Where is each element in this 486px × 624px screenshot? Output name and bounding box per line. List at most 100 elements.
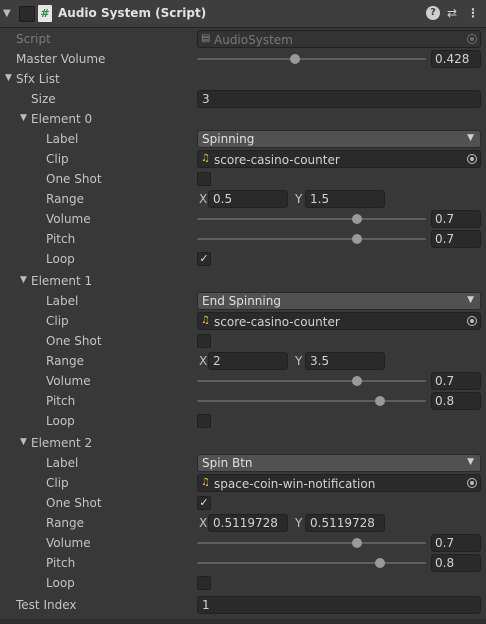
pitch-slider-track[interactable] [197,562,426,564]
presets-icon[interactable]: ⇄ [445,6,459,20]
pitch-slider-track[interactable] [197,400,426,402]
volume-slider-thumb[interactable] [352,376,362,386]
audio-clip-icon: ♫ [201,477,210,488]
volume-slider-thumb[interactable] [352,538,362,548]
range-y-field[interactable]: 1.5 [305,190,385,208]
loop-checkbox[interactable]: ✓ [197,252,211,266]
one-shot-label: One Shot [46,496,102,510]
help-icon[interactable]: ? [426,6,440,20]
component-enabled-checkbox[interactable] [19,6,35,22]
range-x-field[interactable]: 0.5 [208,190,288,208]
label-field-label: Label [46,456,79,470]
component-header[interactable]: ▼ # Audio System (Script) ? ⇄ ⋮ [0,0,486,28]
element-0-pitch-row: Pitch 0.7 [0,229,486,249]
element-2-label-row: Label Spin Btn ▼ [0,453,486,473]
element-title[interactable]: Element 0 [31,112,92,126]
volume-slider-track[interactable] [197,218,426,220]
pitch-label: Pitch [46,556,76,570]
sfx-list-foldout-icon[interactable]: ▼ [5,73,12,83]
element-0-header[interactable]: ▼ Element 0 [0,109,486,129]
pitch-value-field[interactable]: 0.7 [431,230,481,248]
element-2-volume-row: Volume 0.7 [0,533,486,553]
pitch-slider-track[interactable] [197,238,426,240]
dropdown-caret-icon: ▼ [467,457,474,467]
element-foldout-icon[interactable]: ▼ [20,113,27,123]
element-title[interactable]: Element 1 [31,274,92,288]
volume-value-field[interactable]: 0.7 [431,372,481,390]
script-label: Script [16,32,51,46]
loop-checkbox[interactable] [197,576,211,590]
foldout-arrow-icon[interactable]: ▼ [3,8,11,19]
range-y-field[interactable]: 0.5119728 [305,514,385,532]
context-menu-icon[interactable]: ⋮ [466,6,480,20]
pitch-value-field[interactable]: 0.8 [431,554,481,572]
sfx-list-row[interactable]: ▼ Sfx List [0,69,486,89]
one-shot-checkbox[interactable] [197,172,211,186]
range-label: Range [46,516,85,530]
sfx-list-label[interactable]: Sfx List [16,72,60,86]
element-1-label-row: Label End Spinning ▼ [0,291,486,311]
master-volume-row: Master Volume 0.428 [0,49,486,69]
dropdown-caret-icon: ▼ [467,295,474,305]
element-1-clip-row: Clip ♫ score-casino-counter [0,311,486,331]
element-0-clip-row: Clip ♫ score-casino-counter [0,149,486,169]
master-volume-slider-thumb[interactable] [290,54,300,64]
volume-slider-thumb[interactable] [352,214,362,224]
pitch-slider-thumb[interactable] [375,396,385,406]
label-dropdown[interactable]: End Spinning ▼ [197,292,481,310]
element-1-header[interactable]: ▼ Element 1 [0,271,486,291]
element-foldout-icon[interactable]: ▼ [20,437,27,447]
element-1-pitch-row: Pitch 0.8 [0,391,486,411]
clip-object-field[interactable]: ♫ score-casino-counter [197,312,481,330]
loop-label: Loop [46,414,75,428]
label-dropdown[interactable]: Spin Btn ▼ [197,454,481,472]
range-x-field[interactable]: 2 [208,352,288,370]
element-1-loop-row: Loop [0,411,486,431]
sfx-size-row: Size 3 [0,89,486,109]
pitch-slider-thumb[interactable] [375,558,385,568]
clip-value: score-casino-counter [214,315,340,329]
loop-checkbox[interactable] [197,414,211,428]
master-volume-value-field[interactable]: 0.428 [431,50,481,68]
volume-label: Volume [46,212,91,226]
volume-value-field[interactable]: 0.7 [431,210,481,228]
inspector-bottom-edge [0,619,486,624]
test-index-field[interactable]: 1 [197,596,481,614]
clip-object-field[interactable]: ♫ score-casino-counter [197,150,481,168]
object-picker-icon [467,34,477,44]
element-title[interactable]: Element 2 [31,436,92,450]
volume-slider-track[interactable] [197,380,426,382]
object-picker-icon[interactable] [467,154,477,164]
object-picker-icon[interactable] [467,478,477,488]
one-shot-checkbox[interactable] [197,334,211,348]
label-dropdown[interactable]: Spinning ▼ [197,130,481,148]
element-foldout-icon[interactable]: ▼ [20,275,27,285]
element-0-oneshot-row: One Shot [0,169,486,189]
pitch-value-field[interactable]: 0.8 [431,392,481,410]
test-index-label: Test Index [16,598,77,612]
loop-label: Loop [46,576,75,590]
object-picker-icon[interactable] [467,316,477,326]
volume-label: Volume [46,536,91,550]
sfx-size-field[interactable]: 3 [197,90,481,108]
volume-value-field[interactable]: 0.7 [431,534,481,552]
range-y-field[interactable]: 3.5 [305,352,385,370]
element-2-header[interactable]: ▼ Element 2 [0,433,486,453]
label-dropdown-value: Spin Btn [202,456,253,470]
one-shot-checkbox[interactable]: ✓ [197,496,211,510]
element-2-pitch-row: Pitch 0.8 [0,553,486,573]
range-x-label: X [199,354,208,368]
pitch-slider-thumb[interactable] [352,234,362,244]
element-0-range-row: Range X 0.5 Y 1.5 [0,189,486,209]
range-y-label: Y [295,354,303,368]
one-shot-label: One Shot [46,334,102,348]
master-volume-slider-track[interactable] [197,58,426,60]
label-field-label: Label [46,294,79,308]
label-dropdown-value: Spinning [202,132,255,146]
range-y-label: Y [295,192,303,206]
clip-object-field[interactable]: ♫ space-coin-win-notification [197,474,481,492]
volume-slider-track[interactable] [197,542,426,544]
element-1-range-row: Range X 2 Y 3.5 [0,351,486,371]
range-x-field[interactable]: 0.5119728 [208,514,288,532]
element-1-volume-row: Volume 0.7 [0,371,486,391]
